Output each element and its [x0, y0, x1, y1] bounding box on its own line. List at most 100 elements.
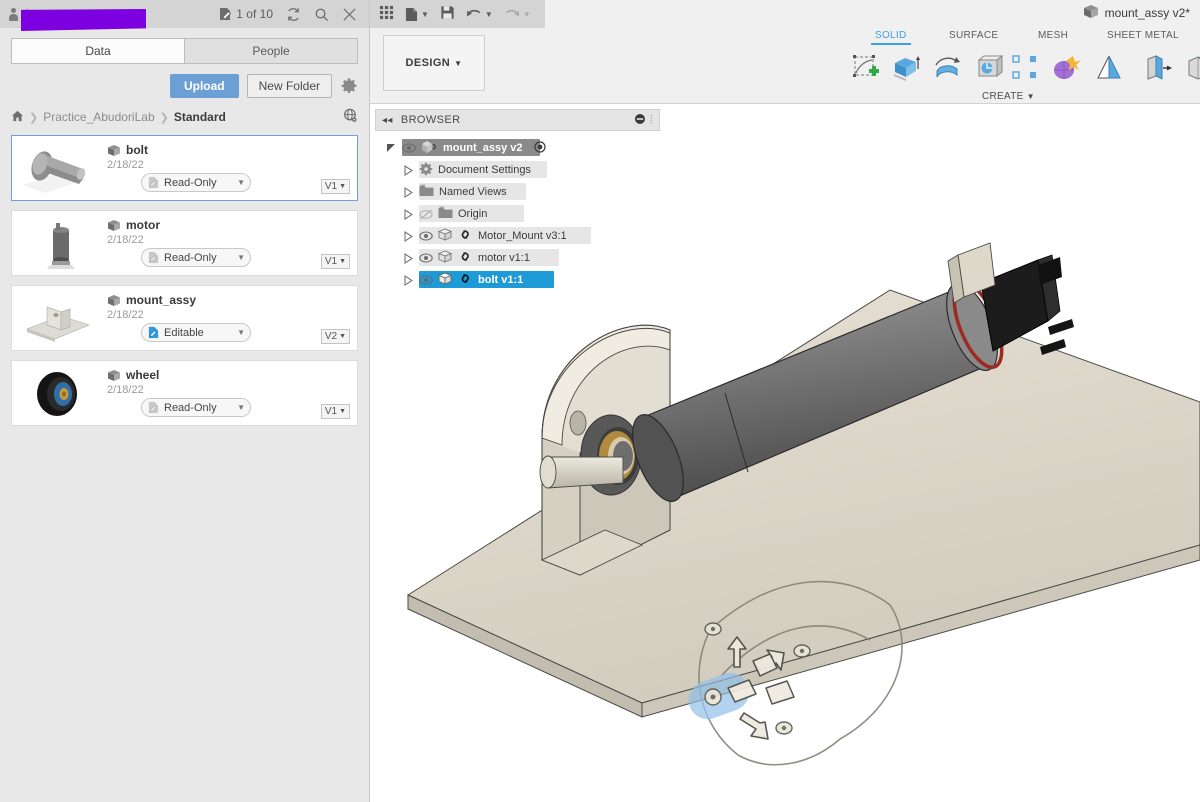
redo-icon[interactable]: ▼	[504, 7, 531, 21]
file-card-motor[interactable]: motor 2/18/22 Read-Only ▼ V1 ▼	[11, 210, 358, 276]
edit-doc-icon	[220, 8, 232, 20]
search-icon[interactable]	[314, 7, 329, 22]
sweep-icon[interactable]	[969, 48, 1007, 88]
document-tab[interactable]: mount_assy v2*	[1083, 4, 1190, 22]
workspace-selector[interactable]: DESIGN ▼	[383, 35, 485, 91]
collapsed-triangle-icon[interactable]	[403, 252, 414, 264]
activate-component-radio[interactable]	[534, 140, 547, 156]
breadcrumb-item-folder[interactable]: Standard	[174, 110, 226, 124]
tree-node-motor-mount[interactable]: Motor_Mount v3:1	[375, 225, 660, 247]
grip-icon[interactable]: ⦙	[650, 114, 653, 127]
count-text: 1 of 10	[236, 7, 273, 21]
tree-node-named-views[interactable]: Named Views	[375, 181, 660, 203]
undo-icon[interactable]: ▼	[466, 7, 493, 21]
data-people-tabs: Data People	[11, 38, 358, 64]
permission-dropdown[interactable]: Read-Only ▼	[141, 248, 251, 267]
visibility-eye-icon[interactable]	[419, 274, 433, 286]
extrude-icon[interactable]	[887, 48, 925, 88]
bolt-thumbnail	[15, 139, 103, 199]
version-label: V1	[324, 181, 338, 192]
tree-node-label: Named Views	[439, 186, 507, 198]
save-icon[interactable]	[440, 5, 455, 23]
user-menu[interactable]: Suzuki Kenji ▼	[8, 7, 146, 31]
ribbon: DESIGN ▼ SOLID SURFACE MESH SHEET METAL …	[370, 28, 1200, 104]
data-panel-actions: Upload New Folder	[11, 74, 358, 98]
chevron-down-icon: ▼	[237, 253, 245, 262]
tree-node-label: mount_assy v2	[443, 142, 523, 154]
tree-node-document-settings[interactable]: Document Settings	[375, 159, 660, 181]
collapsed-triangle-icon[interactable]	[403, 274, 414, 286]
version-label: V1	[324, 256, 338, 267]
read-only-icon	[148, 176, 159, 189]
loft-icon[interactable]	[1006, 48, 1044, 88]
press-pull-icon[interactable]	[1139, 48, 1177, 88]
expanded-triangle-icon[interactable]	[386, 143, 397, 154]
version-badge[interactable]: V1 ▼	[320, 254, 350, 269]
permission-dropdown[interactable]: Read-Only ▼	[141, 398, 251, 417]
collapsed-triangle-icon[interactable]	[403, 208, 414, 220]
tab-sheet-metal[interactable]: SHEET METAL	[1107, 30, 1179, 41]
visibility-eye-icon[interactable]	[419, 252, 433, 264]
collapsed-triangle-icon[interactable]	[403, 230, 414, 242]
file-card-wheel[interactable]: wheel 2/18/22 Read-Only ▼ V1 ▼	[11, 360, 358, 426]
home-icon[interactable]	[11, 110, 24, 125]
assembly-icon	[421, 140, 438, 157]
tab-data[interactable]: Data	[11, 38, 184, 64]
breadcrumb-item-project[interactable]: Practice_AbudoriLab	[43, 110, 154, 124]
new-file-icon[interactable]: ▼	[405, 7, 429, 22]
minus-circle-icon[interactable]	[634, 113, 646, 128]
tree-node-bolt[interactable]: bolt v1:1	[375, 269, 660, 291]
folder-icon	[438, 206, 453, 222]
file-date: 2/18/22	[107, 234, 144, 246]
mount-assy-thumbnail	[15, 289, 103, 349]
version-badge[interactable]: V1 ▼	[320, 179, 350, 194]
revolve-icon[interactable]	[928, 48, 966, 88]
tree-node-motor[interactable]: motor v1:1	[375, 247, 660, 269]
tree-node-origin[interactable]: Origin	[375, 203, 660, 225]
create-sketch-icon[interactable]	[847, 48, 885, 88]
data-panel-header: Suzuki Kenji ▼ 1 of 10	[0, 0, 369, 31]
cube-icon	[107, 294, 121, 307]
permission-dropdown[interactable]: Read-Only ▼	[141, 173, 251, 192]
file-list: bolt 2/18/22 Read-Only ▼ V1 ▼ motor 2/18…	[0, 135, 369, 426]
group-label-create[interactable]: CREATE ▼	[982, 91, 1035, 102]
notification-count[interactable]: 1 of 10	[218, 7, 273, 21]
chevron-down-icon: ▼	[237, 178, 245, 187]
folder-icon	[419, 184, 434, 200]
visibility-eye-icon[interactable]	[402, 142, 416, 154]
close-icon[interactable]	[342, 7, 357, 22]
visibility-eye-icon[interactable]	[419, 230, 433, 242]
create-label: CREATE	[982, 91, 1024, 102]
version-badge[interactable]: V1 ▼	[320, 404, 350, 419]
permission-dropdown[interactable]: Editable ▼	[141, 323, 251, 342]
tab-mesh[interactable]: MESH	[1038, 30, 1068, 41]
tab-people[interactable]: People	[184, 38, 358, 64]
link-icon	[458, 250, 473, 266]
tree-node-label: Document Settings	[438, 164, 531, 176]
globe-icon[interactable]	[343, 108, 358, 126]
file-card-bolt[interactable]: bolt 2/18/22 Read-Only ▼ V1 ▼	[11, 135, 358, 201]
new-folder-button[interactable]: New Folder	[246, 74, 332, 98]
gear-icon[interactable]	[340, 77, 358, 95]
chevron-down-icon: ▼	[237, 403, 245, 412]
tab-solid[interactable]: SOLID	[871, 30, 910, 45]
refresh-icon[interactable]	[286, 7, 301, 22]
version-label: V2	[324, 331, 338, 342]
tree-node-label: Motor_Mount v3:1	[478, 230, 567, 242]
collapse-left-icon[interactable]: ◂◂	[382, 115, 393, 126]
version-badge[interactable]: V2 ▼	[320, 329, 350, 344]
pattern-icon[interactable]	[1047, 48, 1085, 88]
tree-node-mount-assy[interactable]: mount_assy v2	[375, 137, 660, 159]
tab-surface[interactable]: SURFACE	[949, 30, 998, 41]
rib-icon[interactable]	[1090, 48, 1128, 88]
collapsed-triangle-icon[interactable]	[403, 164, 414, 176]
upload-button[interactable]: Upload	[169, 74, 239, 98]
fillet-icon[interactable]	[1180, 48, 1200, 88]
workspace-label: DESIGN	[405, 57, 451, 69]
browser-panel: ◂◂ BROWSER ⦙ mount_assy v2 Document Sett…	[375, 109, 660, 291]
file-card-mount-assy[interactable]: mount_assy 2/18/22 Editable ▼ V2 ▼	[11, 285, 358, 351]
grid-apps-icon[interactable]	[379, 5, 394, 23]
tree-node-label: motor v1:1	[478, 252, 530, 264]
collapsed-triangle-icon[interactable]	[403, 186, 414, 198]
visibility-hidden-eye-icon[interactable]	[419, 208, 433, 220]
